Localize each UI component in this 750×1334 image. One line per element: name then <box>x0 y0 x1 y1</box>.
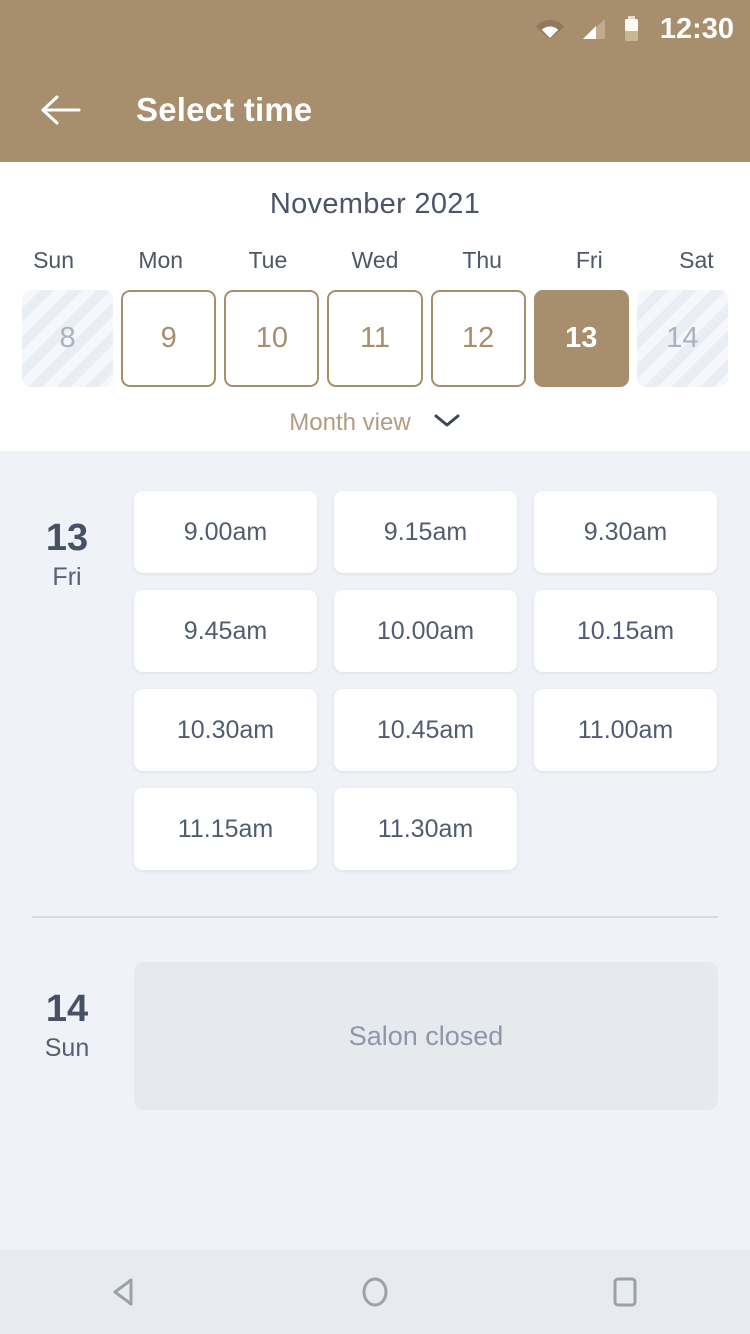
time-slots-area: 13 Fri 9.00am 9.15am 9.30am 9.45am 10.00… <box>0 451 750 1211</box>
android-nav-bar <box>0 1250 750 1334</box>
month-view-toggle[interactable]: Month view <box>0 409 750 437</box>
day-label-weekday: Sun <box>44 1033 90 1062</box>
time-slot[interactable]: 9.30am <box>534 491 717 573</box>
day-label-weekday: Fri <box>52 562 82 591</box>
weekday-label-sat: Sat <box>679 247 714 273</box>
screen-select-time: 12:30 Select time November 2021 Sun Mon … <box>0 0 750 1334</box>
section-divider <box>32 916 718 918</box>
weekday-label-fri: Fri <box>575 247 603 273</box>
calendar-month-label: November 2021 <box>269 188 481 220</box>
time-slot[interactable]: 10.00am <box>334 590 517 672</box>
calendar-weekday-header: Sun Mon Tue Wed Thu Fri Sat <box>0 247 750 274</box>
salon-closed-panel: Salon closed <box>134 962 718 1110</box>
time-slot[interactable]: 9.00am <box>134 491 317 573</box>
time-slot[interactable]: 11.15am <box>134 788 317 870</box>
battery-icon <box>623 16 640 42</box>
time-slot[interactable]: 10.45am <box>334 689 517 771</box>
nav-back-button[interactable] <box>70 1250 180 1334</box>
nav-recents-square-icon <box>613 1277 637 1307</box>
time-slot[interactable]: 9.45am <box>134 590 317 672</box>
calendar-day-row: 8 9 10 11 12 13 14 <box>0 290 750 387</box>
status-bar: 12:30 <box>0 0 750 58</box>
page-title: Select time <box>136 91 313 128</box>
weekday-label-mon: Mon <box>138 247 184 273</box>
month-view-toggle-label: Month view <box>289 409 411 436</box>
time-slot[interactable]: 11.00am <box>534 689 717 771</box>
back-button[interactable] <box>34 84 86 136</box>
day-label-number: 14 <box>45 988 89 1030</box>
weekday-label-tue: Tue <box>248 247 288 273</box>
weekday-label-thu: Thu <box>462 247 502 273</box>
time-slot[interactable]: 11.30am <box>334 788 517 870</box>
time-slot[interactable]: 10.30am <box>134 689 317 771</box>
day-label-number: 13 <box>45 517 89 559</box>
day-label-14: 14 Sun <box>0 962 134 1110</box>
calendar-day-10[interactable]: 10 <box>224 290 320 387</box>
calendar-day-8: 8 <box>22 290 114 387</box>
slot-grid-13: 9.00am 9.15am 9.30am 9.45am 10.00am 10.1… <box>134 491 718 870</box>
calendar-day-14: 14 <box>636 290 728 387</box>
wifi-icon <box>535 17 565 41</box>
calendar-day-11[interactable]: 11 <box>327 290 423 387</box>
schedule-day-13: 13 Fri 9.00am 9.15am 9.30am 9.45am 10.00… <box>0 491 750 870</box>
calendar-day-9[interactable]: 9 <box>121 290 217 387</box>
calendar-day-13[interactable]: 13 <box>533 290 629 387</box>
nav-home-circle-icon <box>362 1277 388 1307</box>
schedule-day-14: 14 Sun Salon closed <box>0 962 750 1110</box>
status-bar-clock: 12:30 <box>659 12 734 45</box>
nav-home-button[interactable] <box>320 1250 430 1334</box>
day-label-13: 13 Fri <box>0 491 134 870</box>
calendar-day-12[interactable]: 12 <box>430 290 526 387</box>
nav-recents-button[interactable] <box>570 1250 680 1334</box>
back-arrow-icon <box>41 95 81 125</box>
app-bar: Select time <box>0 58 750 162</box>
cellular-signal-icon <box>581 17 607 41</box>
nav-back-triangle-icon <box>113 1278 133 1306</box>
time-slot[interactable]: 10.15am <box>534 590 717 672</box>
chevron-down-icon <box>433 413 461 434</box>
weekday-label-sun: Sun <box>33 247 75 273</box>
calendar-panel: November 2021 Sun Mon Tue Wed Thu Fri Sa… <box>0 162 750 451</box>
time-slot[interactable]: 9.15am <box>334 491 517 573</box>
weekday-label-wed: Wed <box>351 247 399 273</box>
